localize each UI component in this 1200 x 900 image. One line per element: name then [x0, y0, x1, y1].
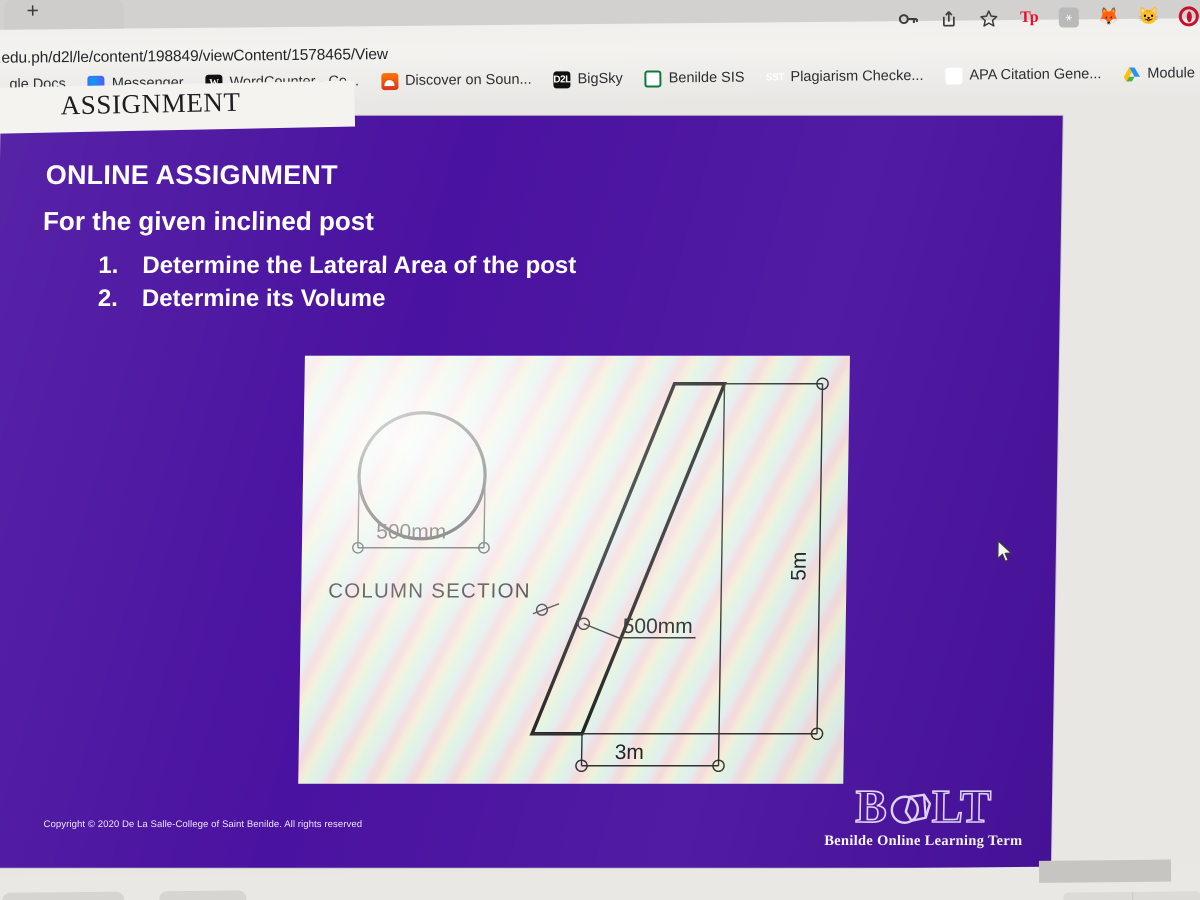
chrome-action-icons: Tp ⚹ 🦊 😺	[897, 4, 1200, 31]
task-number: 1.	[98, 251, 119, 279]
turnitin-extension-icon[interactable]: Tp	[1017, 6, 1041, 30]
post-width-label: 500mm	[623, 615, 693, 638]
bookmark-label: APA Citation Gene...	[969, 66, 1102, 84]
photographed-screen: × + de.edu.ph/d2l/le/content/198849/view…	[0, 0, 1200, 900]
slide-viewer: ONLINE ASSIGNMENT For the given inclined…	[0, 115, 1063, 868]
task-text: Determine its Volume	[141, 284, 386, 312]
bookmark-label: Discover on Soun...	[404, 71, 532, 89]
mouse-pointer	[997, 540, 1015, 564]
d2l-icon: D2L	[553, 70, 571, 88]
google-drive-icon	[1123, 65, 1140, 82]
bookmark-module-1[interactable]: Module 1.mp4	[1112, 61, 1200, 85]
column-section-label: COLUMN SECTION	[328, 580, 531, 603]
bookmark-label: Module 1.mp4	[1147, 65, 1200, 82]
presentation-slide: ONLINE ASSIGNMENT For the given inclined…	[0, 115, 1063, 868]
bookmark-bigsky[interactable]: D2L BigSky	[542, 67, 633, 91]
document-header-strip: ASSIGNMENT	[0, 80, 356, 134]
task-item: 2. Determine its Volume	[98, 282, 576, 315]
share-icon[interactable]	[937, 7, 961, 31]
task-list: 1. Determine the Lateral Area of the pos…	[98, 249, 577, 315]
bolt-tagline: Benilde Online Learning Term	[824, 832, 1023, 849]
bolt-logo: B LT Benilde Online Learning Term	[803, 780, 1045, 850]
soundcloud-icon	[380, 72, 399, 90]
post-height-label: 5m	[787, 552, 810, 581]
copyright-notice: Copyright © 2020 De La Salle-College of …	[43, 818, 363, 830]
print-button[interactable]: Print	[159, 890, 247, 900]
task-number: 2.	[97, 284, 119, 312]
opera-extension-icon[interactable]	[1177, 4, 1200, 28]
bookmark-label: BigSky	[577, 70, 623, 88]
inclined-post	[529, 382, 728, 736]
task-item: 1. Determine the Lateral Area of the pos…	[98, 249, 576, 282]
bolt-nut-icon	[887, 785, 932, 829]
column-circle	[357, 411, 487, 541]
toolbar-right-button[interactable]	[1063, 891, 1133, 900]
bookmark-label: Plagiarism Checke...	[790, 67, 924, 86]
column-diameter-label: 500mm	[376, 521, 446, 544]
cat-extension-icon[interactable]: 😺	[1137, 5, 1161, 29]
bookmark-soundcloud[interactable]: Discover on Soun...	[370, 68, 543, 93]
toolbar-right-button[interactable]	[1133, 891, 1200, 900]
bookmark-star-icon[interactable]	[977, 6, 1001, 30]
toolbar-right-buttons[interactable]	[1063, 891, 1200, 900]
bolt-wordmark: B LT	[804, 780, 1045, 834]
benilde-sis-icon	[644, 69, 662, 88]
task-text: Determine the Lateral Area of the post	[142, 251, 577, 279]
drawing-svg: 500mm COLUMN SECTION 500mm 3m 5m	[328, 377, 829, 773]
password-key-icon[interactable]	[897, 7, 921, 31]
bookmark-benilde-sis[interactable]: Benilde SIS	[634, 66, 756, 90]
apa-citation-icon: Ⓢ	[945, 67, 963, 85]
toolbar-ghost-panel	[1038, 859, 1172, 883]
slide-heading: ONLINE ASSIGNMENT	[45, 159, 338, 190]
download-button[interactable]: Download	[2, 891, 125, 900]
new-tab-button[interactable]: +	[22, 0, 44, 23]
pdf-bottom-toolbar: Download Print	[0, 859, 1200, 900]
slide-subheading: For the given inclined post	[42, 205, 375, 236]
bookmark-apa-citation[interactable]: Ⓢ APA Citation Gene...	[934, 63, 1112, 88]
grey-extension-icon[interactable]: ⚹	[1057, 5, 1081, 29]
bookmark-label: Benilde SIS	[668, 69, 745, 87]
tab-close-icon[interactable]: ×	[0, 1, 4, 18]
bolt-letter-b: B	[854, 780, 889, 834]
fox-extension-icon[interactable]: 🦊	[1097, 5, 1121, 29]
engineering-drawing: 500mm COLUMN SECTION 500mm 3m 5m	[298, 355, 850, 784]
document-title: ASSIGNMENT	[60, 86, 241, 121]
bookmark-plagiarism-checker[interactable]: SST Plagiarism Checke...	[755, 64, 934, 89]
smallseotools-icon: SST	[765, 71, 785, 83]
post-base-label: 3m	[615, 741, 645, 764]
bolt-letters-lt: LT	[931, 780, 994, 834]
